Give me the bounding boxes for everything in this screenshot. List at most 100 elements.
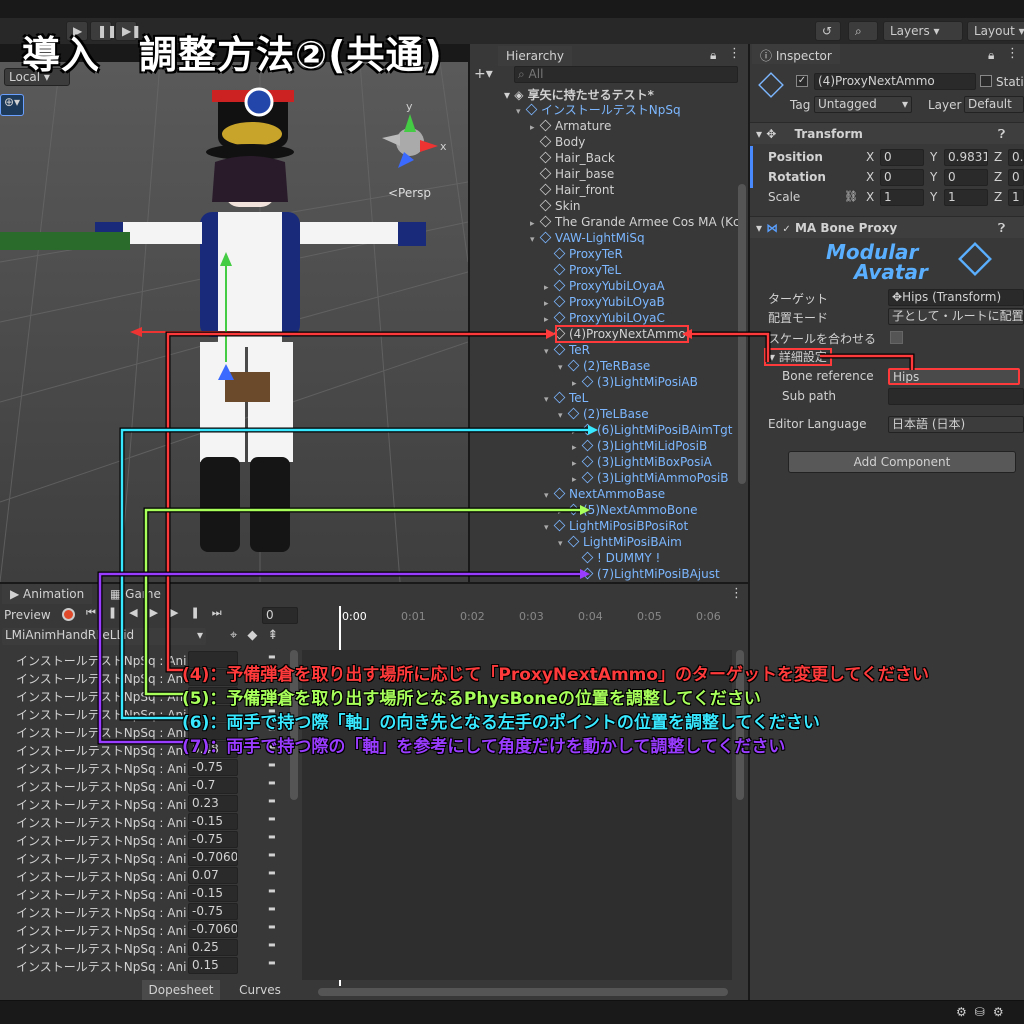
tool-handle-icon[interactable]: ⊕▾ [0, 94, 24, 116]
tab-animation[interactable]: ▶ Animation [2, 584, 93, 604]
foldout-arrow-icon[interactable]: ▾ [516, 104, 526, 120]
active-checkbox[interactable]: ✓ [796, 75, 808, 87]
scl-x-field[interactable]: 1 [880, 189, 924, 206]
tab-curves[interactable]: Curves [222, 980, 298, 1000]
more-icon[interactable]: ⋮ [1006, 46, 1019, 61]
layers-dropdown[interactable]: Layers ▾ [883, 21, 963, 41]
transform-header[interactable]: ▾ ✥ Transform ❓︎ [750, 122, 1024, 144]
scene-view[interactable]: y x <Persp Local ▾ ⊕▾ [0, 62, 468, 582]
key-menu-icon[interactable]: ▬ [268, 958, 276, 967]
clip-dropdown[interactable]: LMiAnimHandRFeLLid ▾ [2, 628, 206, 645]
key-menu-icon[interactable]: ▬ [268, 922, 276, 931]
persp-label[interactable]: <Persp [388, 186, 431, 200]
history-icon[interactable]: ↺ [815, 21, 841, 41]
hierarchy-item[interactable]: Hair_Back [530, 150, 615, 166]
hierarchy-scrollbar[interactable] [738, 184, 746, 484]
hierarchy-item[interactable]: ▾ TeR [544, 342, 590, 358]
property-value-field[interactable]: 0.07 [188, 867, 238, 884]
animation-property-row[interactable]: インストールテストNpSq : Anima-0.15 ▬ [0, 884, 300, 902]
bone-ref-field[interactable]: Hips [888, 368, 1020, 385]
hierarchy-item[interactable]: ▾ インストールテストNpSq [516, 102, 681, 118]
animation-property-row[interactable]: インストールテストNpSq : Anima-0.75 ▬ [0, 902, 300, 920]
animation-property-row[interactable]: インストールテストNpSq : Anima-0.75 ▬ [0, 830, 300, 848]
hierarchy-item[interactable]: Hair_base [530, 166, 614, 182]
key-menu-icon[interactable]: ▬ [268, 904, 276, 913]
foldout-arrow-icon[interactable]: ▾ [544, 488, 554, 504]
layout-dropdown[interactable]: Layout ▾ [967, 21, 1024, 41]
key-menu-icon[interactable]: ▬ [268, 832, 276, 841]
pos-z-field[interactable]: 0. [1008, 149, 1024, 166]
hierarchy-item[interactable]: ▸ (3)LightMiLidPosiB [572, 438, 707, 454]
foldout-arrow-icon[interactable]: ▾ [558, 408, 568, 424]
pos-x-field[interactable]: 0 [880, 149, 924, 166]
hierarchy-item[interactable]: ! DUMMY ! [572, 550, 660, 566]
key-menu-icon[interactable]: ▬ [268, 778, 276, 787]
lock-icon[interactable]: 🔒︎ [710, 48, 716, 63]
animation-property-row[interactable]: インストールテストNpSq : Anima-0.75 ▬ [0, 758, 300, 776]
animation-property-row[interactable]: インストールテストNpSq : Anima0.25 ▬ [0, 938, 300, 956]
mode-dropdown[interactable]: 子として・ルートに配置 [888, 308, 1024, 325]
foldout-arrow-icon[interactable]: ▾ [530, 232, 540, 248]
animation-property-row[interactable]: インストールテストNpSq : Anima-0.7 ▬ [0, 776, 300, 794]
more-icon[interactable]: ⋮ [728, 46, 741, 61]
hierarchy-item[interactable]: ProxyTeR [544, 246, 623, 262]
add-icon[interactable]: +▾ [474, 66, 496, 84]
hierarchy-item[interactable]: ▾ LightMiPosiBAim [558, 534, 682, 550]
key-menu-icon[interactable]: ▬ [268, 868, 276, 877]
scl-z-field[interactable]: 1 [1008, 189, 1024, 206]
hierarchy-item[interactable]: ▸ (5)NextAmmoBone [558, 502, 697, 518]
animation-property-row[interactable]: インストールテストNpSq : Anima-0.7060 ▬ [0, 920, 300, 938]
property-value-field[interactable]: 0.15 [188, 957, 238, 974]
hierarchy-item[interactable]: ProxyTeL [544, 262, 621, 278]
timeline-ruler[interactable]: 0:00 0:01 0:02 0:03 0:04 0:05 0:06 [302, 606, 742, 626]
hierarchy-item[interactable]: ▸ (3)LightMiBoxPosiA [572, 454, 712, 470]
hierarchy-item[interactable]: ▾ NextAmmoBase [544, 486, 665, 502]
hierarchy-item[interactable]: ▸ Armature [530, 118, 611, 134]
object-name-field[interactable]: (4)ProxyNextAmmo [814, 73, 976, 90]
foldout-arrow-icon[interactable]: ▾ [544, 392, 554, 408]
tab-inspector[interactable]: ⓘ Inspector [752, 44, 840, 64]
target-field[interactable]: ✥Hips (Transform) [888, 289, 1024, 306]
hierarchy-item[interactable]: ▸ ProxyYubiLOyaA [544, 278, 665, 294]
hierarchy-item[interactable]: Body [530, 134, 585, 150]
animation-property-row[interactable]: インストールテストNpSq : Anima0.15 ▬ [0, 956, 300, 974]
hierarchy-item[interactable]: Skin [530, 198, 581, 214]
property-value-field[interactable]: -0.15 [188, 885, 238, 902]
property-value-field[interactable]: 0.23 [188, 795, 238, 812]
key-menu-icon[interactable]: ▬ [268, 940, 276, 949]
animation-property-row[interactable]: インストールテストNpSq : Anima-0.7060 ▬ [0, 848, 300, 866]
search-icon[interactable]: ⌕ [848, 21, 878, 41]
tab-hierarchy[interactable]: Hierarchy [498, 46, 573, 66]
rot-z-field[interactable]: 0 [1008, 169, 1024, 186]
editor-lang-dropdown[interactable]: 日本語 (日本) [888, 416, 1024, 433]
bone-proxy-header[interactable]: ▾ ⋈ ✓ MA Bone Proxy ❓︎ [750, 216, 1024, 238]
key-menu-icon[interactable]: ▬ [268, 814, 276, 823]
hierarchy-item[interactable]: ▸ ProxyYubiLOyaB [544, 294, 665, 310]
rot-x-field[interactable]: 0 [880, 169, 924, 186]
hierarchy-item[interactable]: ▾ (2)TeRBase [558, 358, 650, 374]
hierarchy-item[interactable]: ▾ LightMiPosiBPosiRot [544, 518, 688, 534]
key-menu-icon[interactable]: ▬ [268, 850, 276, 859]
rot-y-field[interactable]: 0 [944, 169, 988, 186]
record-icon[interactable] [62, 608, 75, 621]
property-value-field[interactable]: -0.75 [188, 831, 238, 848]
pos-y-field[interactable]: 0.9831 [944, 149, 988, 166]
scale-match-checkbox[interactable] [890, 331, 903, 344]
hierarchy-search-input[interactable]: ⌕ All [514, 66, 738, 83]
advanced-foldout[interactable]: ▾ 詳細設定 [764, 348, 832, 366]
key-menu-icon[interactable]: ▬ [268, 796, 276, 805]
animation-property-row[interactable]: インストールテストNpSq : Anima0.23 ▬ [0, 794, 300, 812]
key-menu-icon[interactable]: ▬ [268, 886, 276, 895]
hierarchy-item[interactable]: (7)LightMiPosiBAjust [572, 566, 720, 582]
status-icons[interactable]: ⚙⛁⚙ [956, 1005, 1012, 1019]
frame-field[interactable]: 0 [262, 607, 298, 624]
property-value-field[interactable]: -0.75 [188, 759, 238, 776]
hierarchy-item[interactable]: ▸ (3)LightMiPosiAB [572, 374, 698, 390]
hierarchy-item[interactable]: ▾ VAW-LightMiSq [530, 230, 645, 246]
horizontal-scrollbar[interactable] [318, 988, 728, 996]
hierarchy-item[interactable]: ▸ The Grande Armee Cos MA (Kc [530, 214, 740, 230]
foldout-arrow-icon[interactable]: ▾ [544, 344, 554, 360]
animation-property-row[interactable]: インストールテストNpSq : Anima-0.15 ▬ [0, 812, 300, 830]
scene-header[interactable]: ▾ ◈ 享矢に持たせるテスト* [504, 86, 744, 102]
hierarchy-item[interactable]: ▾ TeL [544, 390, 588, 406]
